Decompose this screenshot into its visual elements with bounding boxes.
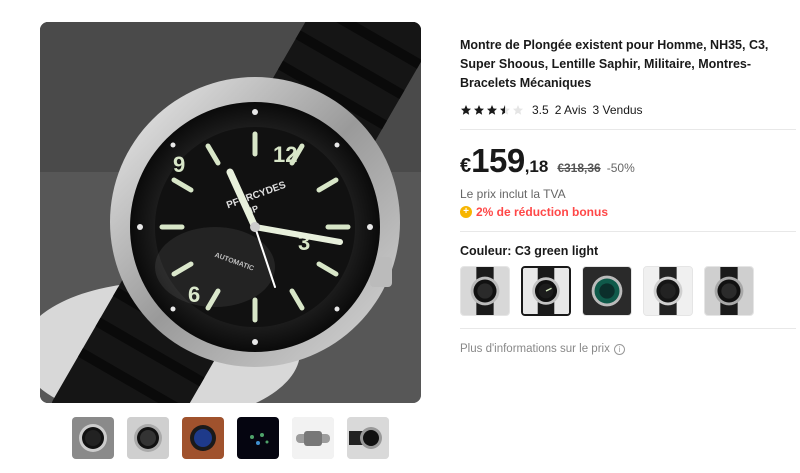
- thumbnail-strip: [72, 417, 389, 459]
- rating-row[interactable]: 3.5 2 Avis 3 Vendus: [460, 103, 792, 117]
- variant-options: [460, 266, 792, 316]
- svg-text:9: 9: [173, 152, 185, 177]
- main-product-image[interactable]: 12 3 6 9 PFORCYDES LIP AUTOMATIC: [40, 22, 421, 403]
- tax-note: Le prix inclut la TVA: [460, 187, 566, 201]
- coin-icon: +: [460, 206, 472, 218]
- bonus-text: 2% de réduction bonus: [476, 205, 609, 219]
- variant-label-text: Couleur:: [460, 244, 515, 258]
- thumbnail-2[interactable]: [127, 417, 169, 459]
- star-icon: [461, 105, 471, 115]
- product-info-panel: Montre de Plongée existent pour Homme, N…: [460, 36, 796, 355]
- star-empty-icon: [513, 105, 523, 115]
- star-half-icon: [500, 105, 510, 115]
- more-price-info-link[interactable]: Plus d'informations sur le prix i: [460, 343, 792, 355]
- thumbnail-1[interactable]: [72, 417, 114, 459]
- variant-option-3[interactable]: [582, 266, 632, 316]
- discount-badge: -50%: [606, 161, 635, 175]
- star-rating: [460, 104, 524, 116]
- price-row: € 159 ,18 €318,36 -50%: [460, 142, 792, 180]
- thumbnail-5[interactable]: [292, 417, 334, 459]
- divider: [460, 129, 796, 130]
- rating-value: 3.5: [532, 103, 549, 117]
- price-integer: 159: [471, 142, 525, 179]
- star-icon: [487, 105, 497, 115]
- price-currency: €: [460, 155, 472, 177]
- reviews-count[interactable]: 2 Avis: [555, 103, 587, 117]
- price-decimal: ,18: [524, 157, 549, 176]
- divider: [460, 328, 796, 329]
- sold-count: 3 Vendus: [592, 103, 643, 117]
- variant-option-1[interactable]: [460, 266, 510, 316]
- more-price-info-text: Plus d'informations sur le prix: [460, 343, 610, 355]
- original-price: €318,36: [557, 161, 601, 175]
- star-icon: [474, 105, 484, 115]
- thumbnail-6[interactable]: [347, 417, 389, 459]
- thumbnail-3[interactable]: [182, 417, 224, 459]
- watch-illustration: 12 3 6 9 PFORCYDES LIP AUTOMATIC: [40, 22, 421, 403]
- divider: [460, 231, 796, 232]
- variant-option-2-selected[interactable]: [521, 266, 571, 316]
- svg-text:12: 12: [273, 142, 297, 167]
- variant-option-5[interactable]: [704, 266, 754, 316]
- variant-selected-value: C3 green light: [514, 244, 599, 258]
- thumbnail-4[interactable]: [237, 417, 279, 459]
- bonus-row: + 2% de réduction bonus: [460, 205, 792, 219]
- variant-label: Couleur: C3 green light: [460, 244, 792, 258]
- product-title: Montre de Plongée existent pour Homme, N…: [460, 38, 769, 90]
- info-icon: i: [613, 343, 625, 355]
- variant-option-4[interactable]: [643, 266, 693, 316]
